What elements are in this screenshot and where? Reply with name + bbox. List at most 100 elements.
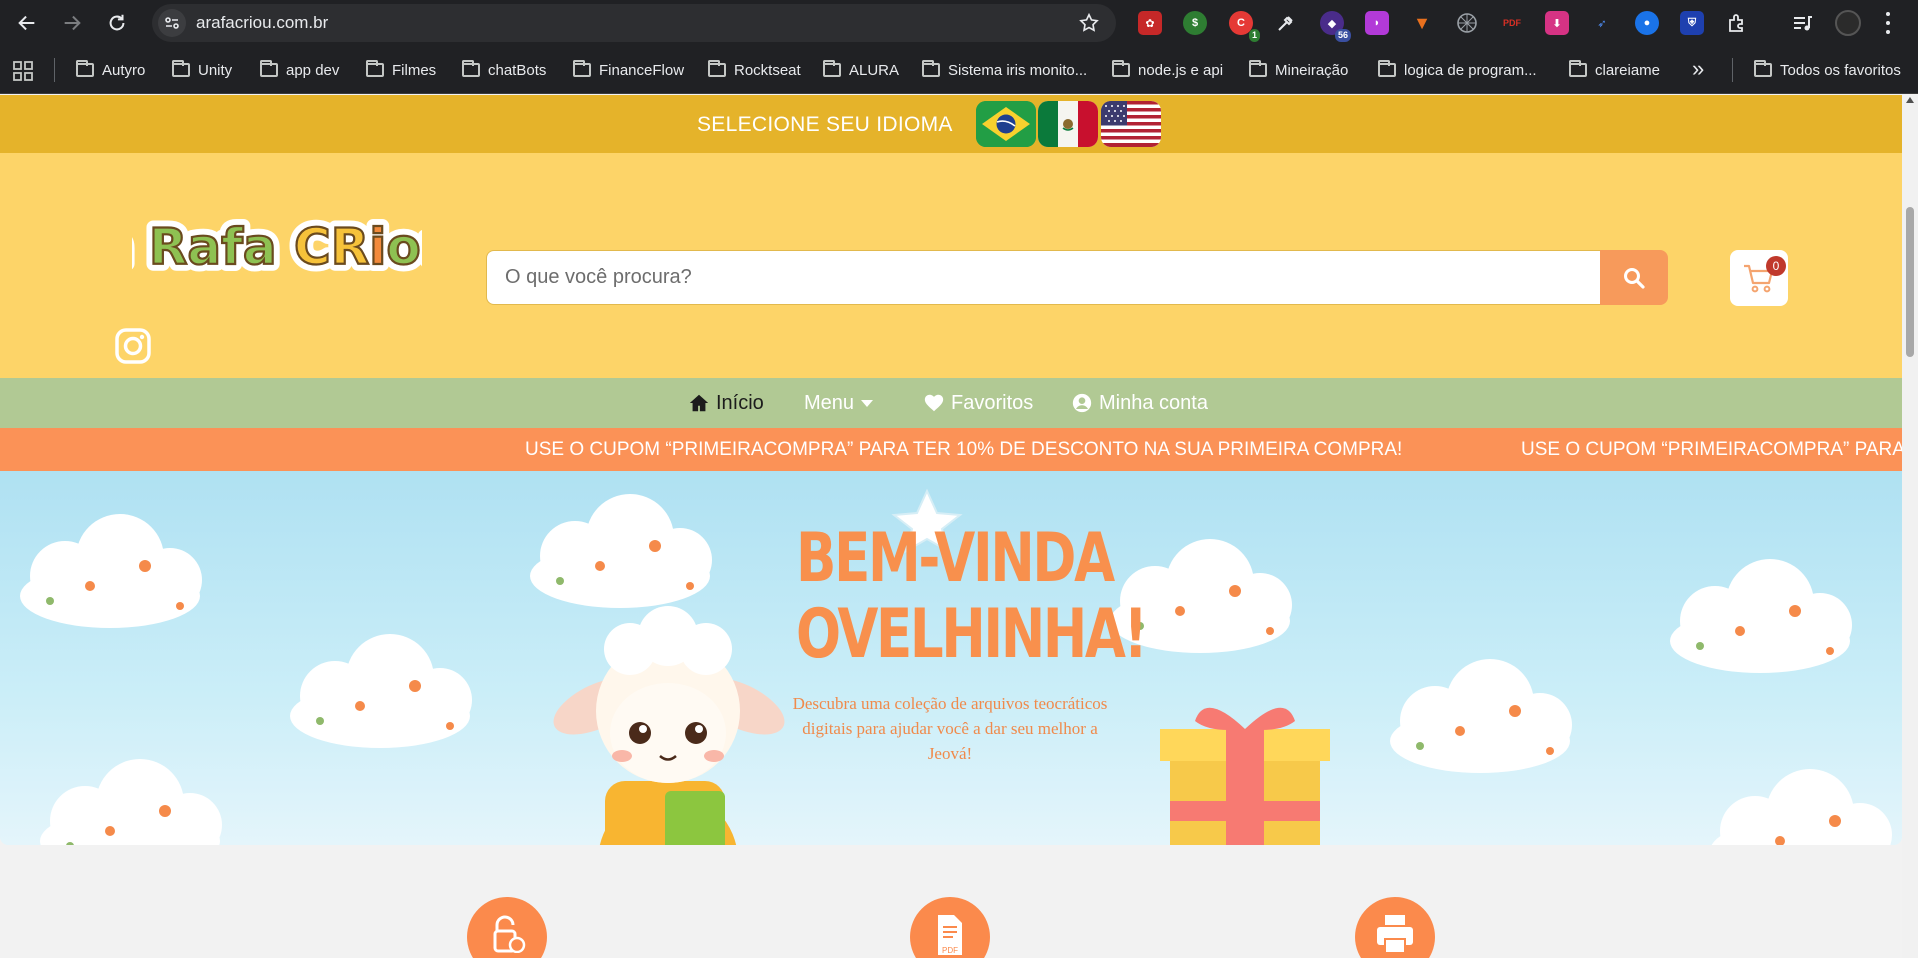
apps-grid-icon[interactable] [12, 60, 34, 82]
bookmark-folder[interactable]: app dev [260, 58, 339, 82]
browser-menu-icon[interactable] [1883, 10, 1893, 36]
extension-icon[interactable]: ✿ [1138, 11, 1162, 35]
shield-extension-icon[interactable]: ⛨ [1680, 11, 1704, 35]
language-label: SELECIONE SEU IDIOMA [697, 113, 953, 136]
bookmark-folder[interactable]: Rocktseat [708, 58, 801, 82]
lamb-illustration [553, 606, 785, 845]
extension-dollar-icon[interactable]: $ [1183, 11, 1207, 35]
bookmark-folder[interactable]: FinanceFlow [573, 58, 684, 82]
search-input[interactable] [486, 250, 1601, 305]
bookmark-label: Mineiração [1275, 61, 1349, 79]
extension-icon[interactable] [1455, 11, 1479, 35]
folder-icon [708, 60, 726, 77]
bookmark-label: Todos os favoritos [1780, 61, 1901, 79]
hero-subtitle: Descubra uma coleção de arquivos teocrát… [792, 694, 1108, 763]
brazil-flag-icon[interactable] [976, 101, 1036, 147]
eyedropper-icon[interactable] [1274, 11, 1298, 35]
bookmark-star-icon[interactable] [1078, 12, 1100, 34]
extension-icon[interactable]: ◗ [1365, 11, 1389, 35]
extension-icon[interactable]: C1 [1229, 11, 1260, 42]
bookmark-folder[interactable]: Sistema iris monito... [922, 58, 1087, 82]
bookmark-label: FinanceFlow [599, 61, 685, 79]
download-extension-icon[interactable]: ⬇ [1545, 11, 1569, 35]
forward-button[interactable] [57, 8, 87, 38]
extension-icon[interactable]: ◆ 56 [1320, 11, 1351, 42]
bookmark-folder[interactable]: ALURA [823, 58, 899, 82]
scroll-up-arrow-icon[interactable] [1906, 97, 1914, 103]
bookmark-folder[interactable]: Mineiração [1249, 58, 1348, 82]
folder-icon [823, 60, 841, 77]
url-text[interactable]: arafacriou.com.br [196, 13, 328, 33]
extension-icon[interactable]: ● [1635, 11, 1659, 35]
bookmark-folder[interactable]: logica de program... [1378, 58, 1537, 82]
bookmark-label: clareiame [1595, 61, 1661, 79]
browser-toolbar: arafacriou.com.br ✿ $ C1 ◆ 56 ◗ ▼ PDF ⬇ ➶… [0, 0, 1918, 46]
pdf-file-icon: PDF [910, 897, 990, 958]
reload-icon [109, 14, 125, 31]
divider [1732, 58, 1733, 82]
folder-icon [76, 60, 94, 77]
bookmark-folder[interactable]: Filmes [366, 58, 436, 82]
page-scrollbar[interactable] [1902, 95, 1918, 958]
nav-home[interactable]: Início [688, 390, 764, 416]
pdf-extension-icon[interactable]: PDF [1500, 11, 1524, 35]
pdf-label: PDF [942, 946, 958, 955]
back-button[interactable] [12, 8, 42, 38]
hero-banner[interactable]: BEM-VINDA OVELHINHA! Descubra uma coleçã… [0, 471, 1902, 845]
folder-icon [462, 60, 480, 77]
bookmark-folder[interactable]: node.js e api [1112, 58, 1223, 82]
folder-icon [573, 60, 591, 77]
divider [54, 58, 55, 82]
search-button[interactable] [1600, 250, 1668, 305]
metamask-fox-icon[interactable]: ▼ [1410, 11, 1434, 35]
bookmarks-overflow-icon[interactable]: » [1692, 56, 1704, 82]
svg-text:a Rafa CRiou: a Rafa CRiou [132, 218, 422, 276]
folder-icon [366, 60, 384, 77]
hero-title-line2: OVELHINHA! [796, 595, 1148, 674]
folder-icon [1249, 60, 1267, 77]
all-bookmarks-folder[interactable]: Todos os favoritos [1754, 58, 1901, 82]
bookmark-label: node.js e api [1138, 61, 1224, 79]
instagram-icon[interactable] [114, 327, 152, 365]
puzzle-extensions-icon[interactable] [1725, 11, 1749, 35]
nav-account[interactable]: Minha conta [1071, 390, 1208, 416]
folder-icon [172, 60, 190, 77]
caret-down-icon [861, 400, 874, 407]
bookmark-label: app dev [286, 61, 340, 79]
site-logo[interactable]: a Rafa CRiou a Rafa CRiou [132, 206, 422, 286]
mexico-flag-icon[interactable] [1038, 101, 1098, 147]
bookmark-folder[interactable]: Autyro [76, 58, 145, 82]
nav-favorites-label: Favoritos [951, 391, 1034, 414]
arrow-left-icon [18, 15, 35, 31]
arrow-right-icon [64, 15, 81, 31]
site-header: a Rafa CRiou a Rafa CRiou 0 [0, 153, 1902, 378]
bookmark-folder[interactable]: Unity [172, 58, 232, 82]
nav-menu-dropdown[interactable]: Menu [804, 390, 874, 416]
folder-icon [260, 60, 278, 77]
reload-button[interactable] [102, 8, 132, 38]
user-circle-icon [1072, 393, 1092, 413]
promo-text-repeat: USE O CUPOM “PRIMEIRACOMPRA” PARA [1521, 439, 1902, 460]
bookmark-folder[interactable]: clareiame [1569, 58, 1660, 82]
scrollbar-thumb[interactable] [1906, 207, 1914, 357]
address-bar[interactable]: arafacriou.com.br [152, 4, 1116, 42]
nav-favorites[interactable]: Favoritos [923, 390, 1033, 416]
bookmark-folder[interactable]: chatBots [462, 58, 546, 82]
bookmark-label: Autyro [102, 61, 146, 79]
printer-icon [1355, 897, 1435, 958]
media-queue-icon[interactable] [1790, 11, 1814, 35]
extension-icon[interactable]: ➶ [1590, 11, 1614, 35]
instant-download-icon [467, 897, 547, 958]
gift-illustration [1160, 707, 1330, 845]
folder-icon [1112, 60, 1130, 77]
promo-text: USE O CUPOM “PRIMEIRACOMPRA” PARA TER 10… [525, 439, 1403, 460]
site-info-icon[interactable] [158, 9, 186, 37]
promo-banner: USE O CUPOM “PRIMEIRACOMPRA” PARA TER 10… [0, 428, 1902, 471]
nav-home-label: Início [716, 391, 764, 414]
cart-button[interactable]: 0 [1730, 250, 1788, 306]
main-nav: Início Menu Favoritos Minha conta [0, 378, 1902, 428]
nav-account-label: Minha conta [1099, 391, 1208, 414]
hero-title: BEM-VINDA OVELHINHA! [796, 521, 1148, 674]
profile-avatar[interactable] [1835, 10, 1861, 36]
usa-flag-icon[interactable] [1101, 101, 1161, 147]
